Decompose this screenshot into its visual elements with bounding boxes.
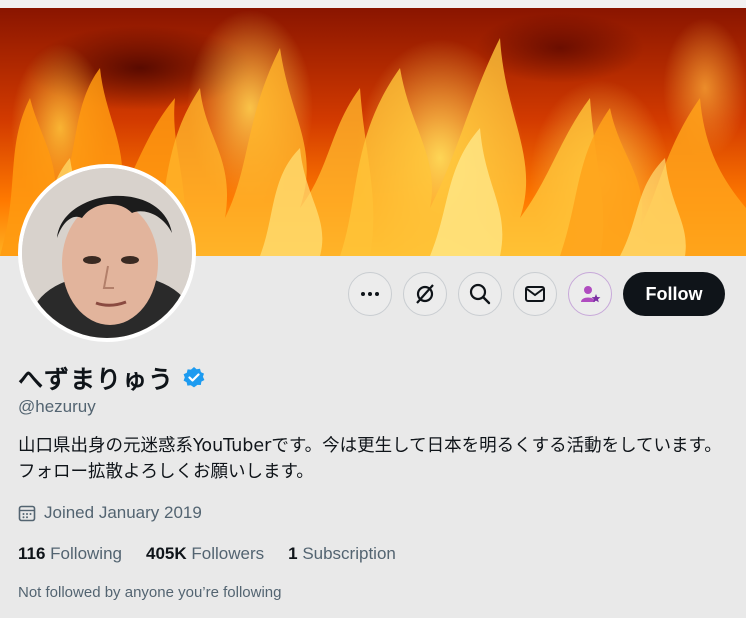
profile-stats: 116 Following 405K Followers 1 Subscript… xyxy=(18,544,420,564)
subscribe-button[interactable] xyxy=(568,272,612,316)
calendar-icon xyxy=(18,505,36,522)
follow-button[interactable]: Follow xyxy=(623,272,725,316)
following-count: 116 xyxy=(18,544,46,563)
subscription-count: 1 xyxy=(288,544,298,563)
joined-label: Joined January 2019 xyxy=(44,503,202,522)
following-label: Following xyxy=(50,544,122,563)
not-followed-notice: Not followed by anyone you’re following xyxy=(18,584,282,601)
user-handle: @hezuruy xyxy=(18,397,96,416)
followers-count: 405K xyxy=(145,544,187,563)
subscription-label: Subscription xyxy=(302,544,396,563)
grok-icon xyxy=(416,284,434,304)
top-strip xyxy=(0,0,746,8)
name-row: へずまりゅう xyxy=(18,360,206,396)
search-button[interactable] xyxy=(458,272,502,316)
envelope-icon xyxy=(525,286,545,302)
more-button[interactable] xyxy=(348,272,392,316)
grok-button[interactable] xyxy=(403,272,447,316)
search-icon xyxy=(469,283,491,305)
profile-bio: 山口県出身の元迷惑系YouTuberです。今は更生して日本を明るくする活動をして… xyxy=(18,436,722,482)
avatar-photo xyxy=(22,168,192,338)
followers-link[interactable]: 405K Followers xyxy=(146,544,264,564)
more-icon xyxy=(361,292,379,296)
display-name: へずまりゅう xyxy=(18,365,175,394)
avatar[interactable] xyxy=(18,164,196,342)
message-button[interactable] xyxy=(513,272,557,316)
verified-badge-icon[interactable] xyxy=(182,366,206,390)
followers-label: Followers xyxy=(191,544,265,563)
subscribe-star-icon xyxy=(581,286,601,303)
joined-date: Joined January 2019 xyxy=(18,503,202,523)
subscription-link[interactable]: 1 Subscription xyxy=(288,544,396,564)
following-link[interactable]: 116 Following xyxy=(18,544,122,564)
